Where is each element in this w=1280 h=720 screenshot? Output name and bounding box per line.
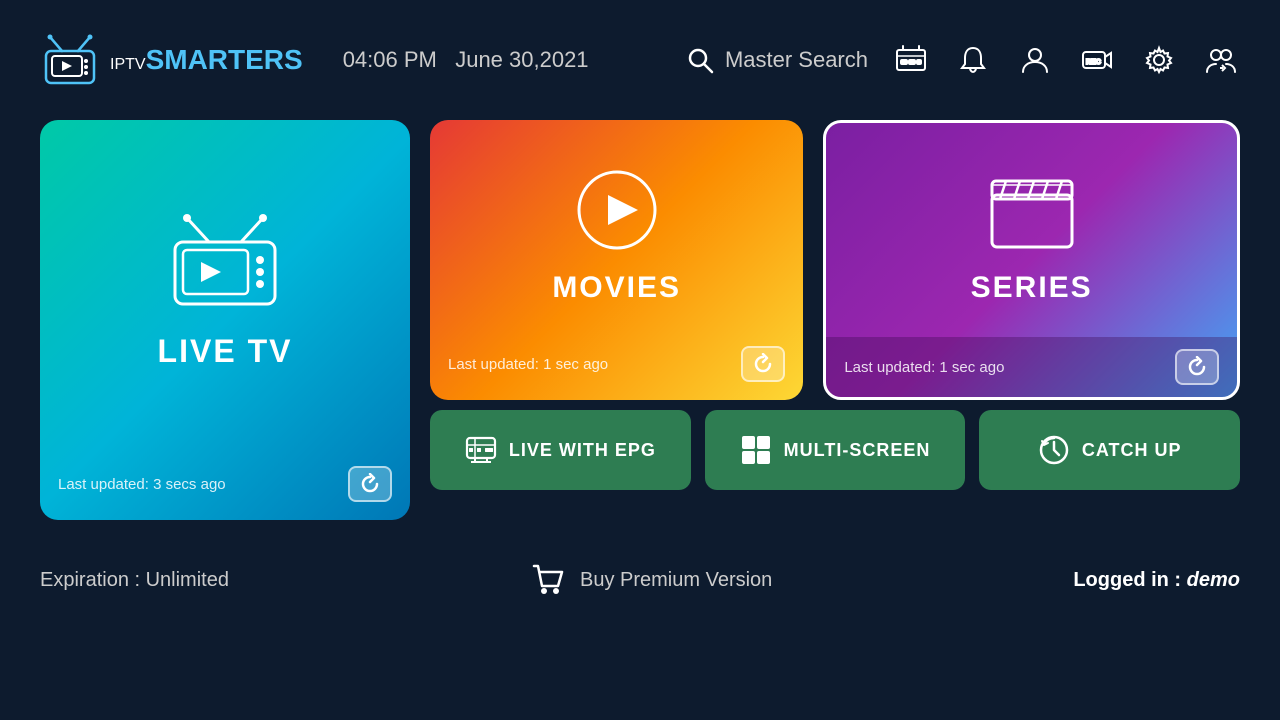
logo-area: IPTVSMARTERS [40, 33, 303, 88]
live-tv-icon [165, 210, 285, 315]
logo-smarters: SMARTERS [146, 44, 303, 75]
main-content: LIVE TV Last updated: 3 secs ago MOVIES [0, 120, 1280, 540]
multi-screen-button[interactable]: MULTI-SCREEN [705, 410, 966, 490]
live-tv-refresh-button[interactable] [348, 466, 392, 502]
series-refresh-button[interactable] [1175, 349, 1219, 385]
live-epg-icon [465, 434, 497, 466]
search-icon [685, 45, 715, 75]
notification-bell-button[interactable] [954, 41, 992, 79]
logo-iptv: IPTV [110, 56, 146, 73]
logged-in-info: Logged in : demo [1073, 569, 1240, 592]
logo-icon [40, 33, 100, 88]
series-card[interactable]: SERIES Last updated: 1 sec ago [823, 120, 1240, 400]
buy-premium-button[interactable]: Buy Premium Version [530, 562, 772, 598]
movies-icon [572, 165, 662, 255]
series-title: SERIES [971, 271, 1093, 305]
logo-text: IPTVSMARTERS [110, 44, 303, 76]
catch-up-label: CATCH UP [1082, 440, 1182, 461]
movies-card[interactable]: MOVIES Last updated: 1 sec ago [430, 120, 803, 400]
movies-refresh-button[interactable] [741, 346, 785, 382]
user-profile-button[interactable] [1016, 41, 1054, 79]
buy-premium-label: Buy Premium Version [580, 569, 772, 592]
epg-icon-button[interactable] [892, 41, 930, 79]
expiration-text: Expiration : Unlimited [40, 569, 229, 592]
search-bar[interactable]: Master Search [685, 45, 868, 75]
catch-up-button[interactable]: CATCH UP [979, 410, 1240, 490]
switch-user-icon [1205, 44, 1237, 76]
live-tv-update: Last updated: 3 secs ago [58, 476, 226, 493]
cart-icon [530, 562, 566, 598]
movies-title: MOVIES [552, 271, 681, 305]
user-icon [1019, 44, 1051, 76]
gear-icon [1143, 44, 1175, 76]
top-cards: MOVIES Last updated: 1 sec ago [430, 120, 1240, 400]
settings-button[interactable] [1140, 41, 1178, 79]
catch-up-icon [1038, 434, 1070, 466]
rec-icon: REC [1081, 44, 1113, 76]
live-tv-footer: Last updated: 3 secs ago [58, 466, 392, 502]
header: IPTVSMARTERS 04:06 PM June 30,2021 Maste… [0, 0, 1280, 120]
record-button[interactable]: REC [1078, 41, 1116, 79]
live-with-epg-button[interactable]: LIVE WITH EPG [430, 410, 691, 490]
series-footer: Last updated: 1 sec ago [826, 337, 1237, 397]
header-right: Master Search [685, 41, 1240, 79]
multi-screen-label: MULTI-SCREEN [784, 440, 931, 461]
bell-icon [957, 44, 989, 76]
bottom-buttons: LIVE WITH EPG MULTI-SCREEN CAT [430, 410, 1240, 490]
live-tv-title: LIVE TV [158, 333, 293, 370]
time-display: 04:06 PM [343, 47, 437, 72]
movies-update: Last updated: 1 sec ago [448, 356, 608, 373]
live-tv-card[interactable]: LIVE TV Last updated: 3 secs ago [40, 120, 410, 520]
logged-in-user: demo [1187, 569, 1240, 591]
movies-footer: Last updated: 1 sec ago [448, 346, 785, 382]
multi-screen-icon [740, 434, 772, 466]
series-icon [982, 165, 1082, 255]
live-epg-label: LIVE WITH EPG [509, 440, 656, 461]
search-label: Master Search [725, 47, 868, 73]
series-update: Last updated: 1 sec ago [844, 359, 1004, 376]
datetime: 04:06 PM June 30,2021 [343, 47, 589, 73]
epg-icon [895, 44, 927, 76]
right-column: MOVIES Last updated: 1 sec ago [430, 120, 1240, 490]
svg-text:REC: REC [1086, 59, 1101, 66]
switch-user-button[interactable] [1202, 41, 1240, 79]
logged-in-label: Logged in : [1073, 569, 1181, 591]
date-display: June 30,2021 [455, 47, 588, 72]
footer: Expiration : Unlimited Buy Premium Versi… [0, 540, 1280, 620]
